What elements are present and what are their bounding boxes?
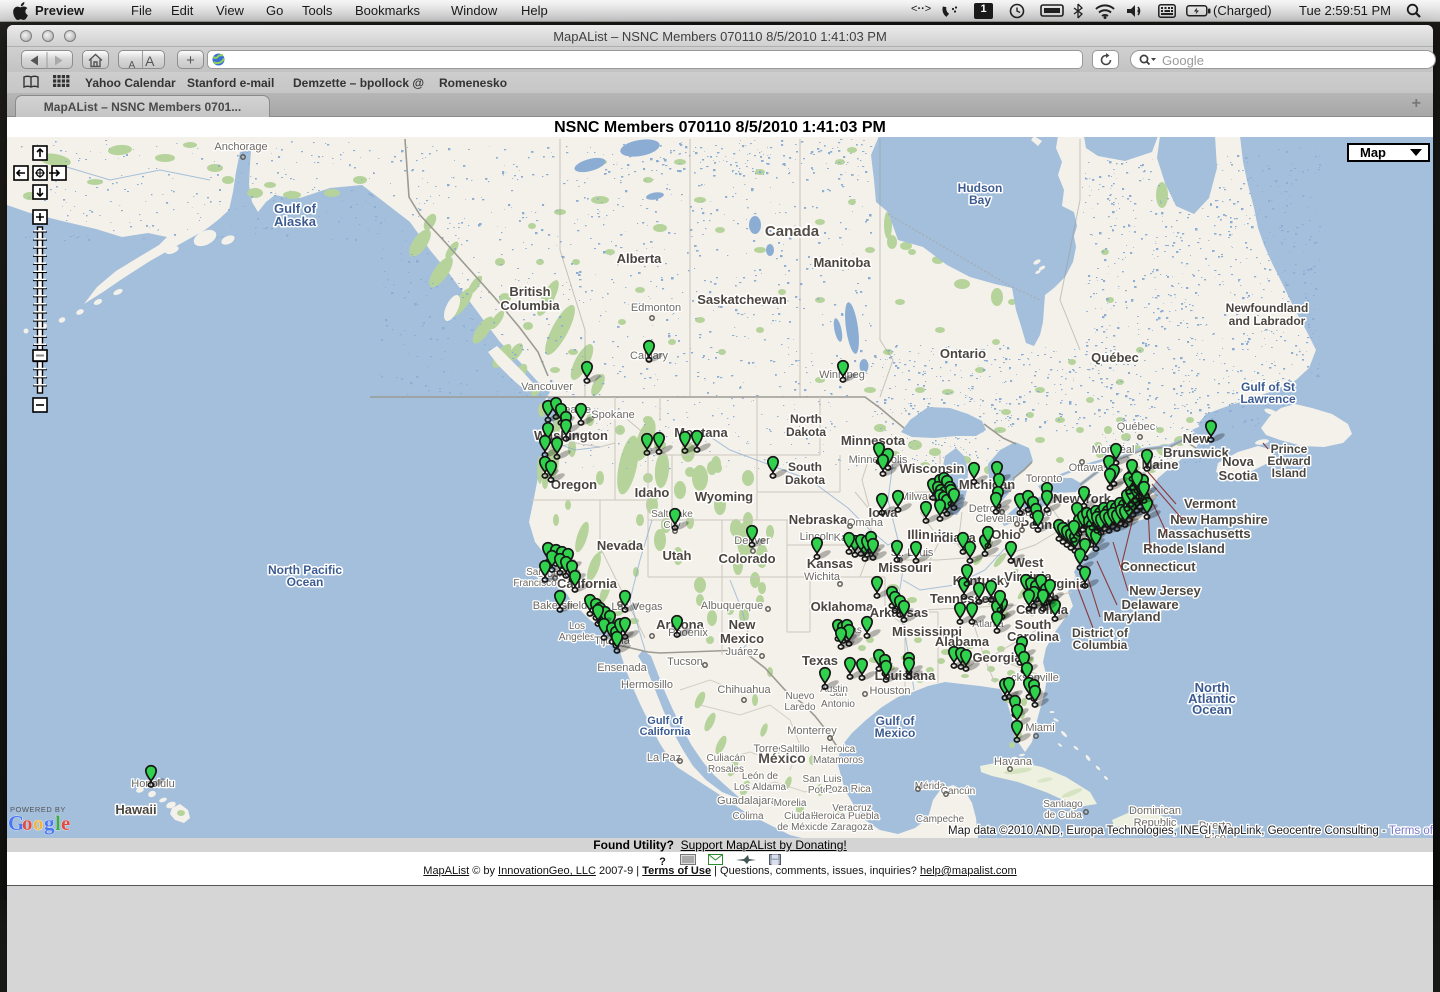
svg-text:Dominican: Dominican: [1129, 805, 1181, 817]
svg-text:Campeche: Campeche: [916, 814, 965, 825]
svg-text:Dakota: Dakota: [785, 473, 825, 487]
svg-text:Milwau: Milwau: [900, 491, 934, 503]
svg-text:Manitoba: Manitoba: [813, 255, 871, 270]
svg-text:California: California: [640, 726, 692, 738]
svg-text:Columbia: Columbia: [500, 298, 560, 313]
svg-text:Rosales: Rosales: [708, 764, 744, 775]
svg-text:Mexico: Mexico: [720, 631, 764, 646]
svg-text:Albuquerque: Albuquerque: [701, 600, 763, 612]
svg-text:Carolina: Carolina: [1007, 629, 1060, 644]
svg-text:Lawrence: Lawrence: [1240, 392, 1296, 406]
svg-text:León de: León de: [742, 771, 779, 782]
svg-text:Hermosillo: Hermosillo: [621, 679, 673, 691]
svg-text:Angeles: Angeles: [559, 632, 595, 643]
svg-text:Morelia: Morelia: [774, 798, 807, 809]
svg-text:Guadalajara: Guadalajara: [717, 795, 778, 807]
svg-text:Matamoros: Matamoros: [813, 755, 863, 766]
svg-text:Rhode Island: Rhode Island: [1143, 541, 1225, 556]
svg-text:Maryland: Maryland: [1103, 609, 1160, 624]
svg-text:o: o: [22, 811, 33, 835]
svg-text:North: North: [790, 412, 822, 426]
svg-text:Tucson: Tucson: [667, 656, 703, 668]
svg-text:Alabama: Alabama: [935, 634, 990, 649]
svg-text:Scotia: Scotia: [1218, 468, 1258, 483]
svg-text:Nevada: Nevada: [597, 538, 644, 553]
svg-text:Santiago: Santiago: [1043, 799, 1083, 810]
svg-text:Colorado: Colorado: [718, 551, 775, 566]
svg-text:Heroica: Heroica: [821, 744, 856, 755]
svg-text:Chihuahua: Chihuahua: [717, 684, 771, 696]
svg-text:New Jersey: New Jersey: [1129, 583, 1201, 598]
svg-text:Idaho: Idaho: [635, 485, 670, 500]
svg-text:Missouri: Missouri: [878, 560, 931, 575]
svg-text:Juárez: Juárez: [725, 646, 758, 658]
svg-text:Nova: Nova: [1222, 454, 1255, 469]
svg-text:Los Aldama: Los Aldama: [734, 782, 787, 793]
svg-text:Ocean: Ocean: [1192, 702, 1232, 717]
svg-text:e: e: [61, 811, 70, 835]
svg-text:New: New: [729, 617, 757, 632]
svg-text:Dakota: Dakota: [786, 425, 826, 439]
svg-text:Spokane: Spokane: [591, 409, 634, 421]
svg-text:Bay: Bay: [969, 193, 991, 207]
svg-text:Connecticut: Connecticut: [1120, 559, 1196, 574]
svg-text:Wyoming: Wyoming: [695, 489, 753, 504]
svg-text:Columbia: Columbia: [1073, 638, 1128, 652]
svg-text:Ensenada: Ensenada: [597, 662, 647, 674]
svg-text:New Hampshire: New Hampshire: [1170, 512, 1268, 527]
svg-text:New: New: [1183, 431, 1211, 446]
svg-text:Nuevo: Nuevo: [786, 691, 815, 702]
svg-text:Saskatchewan: Saskatchewan: [697, 292, 787, 307]
svg-text:de Cuba: de Cuba: [1044, 810, 1082, 821]
svg-text:Canada: Canada: [765, 223, 820, 240]
svg-text:Utah: Utah: [663, 548, 692, 563]
svg-text:Québec: Québec: [1117, 421, 1156, 433]
svg-text:Antonio: Antonio: [821, 699, 855, 710]
svg-text:and Labrador: and Labrador: [1229, 314, 1306, 328]
svg-text:Vancouver: Vancouver: [521, 381, 573, 393]
svg-text:Map: Map: [1360, 145, 1386, 160]
svg-text:Poza Rica: Poza Rica: [825, 784, 871, 795]
svg-text:o: o: [33, 811, 44, 835]
svg-text:Brunswick: Brunswick: [1163, 445, 1230, 460]
svg-text:Wichita: Wichita: [804, 571, 841, 583]
svg-text:Texas: Texas: [802, 653, 838, 668]
svg-text:Ohio: Ohio: [991, 527, 1021, 542]
svg-text:Edmonton: Edmonton: [631, 302, 681, 314]
svg-text:Ottawa: Ottawa: [1069, 462, 1105, 474]
svg-text:South: South: [788, 460, 822, 474]
svg-text:Alberta: Alberta: [617, 251, 663, 266]
svg-text:Laredo: Laredo: [784, 702, 816, 713]
svg-text:Saltillo: Saltillo: [780, 744, 810, 755]
svg-text:de Zaragoza: de Zaragoza: [817, 822, 874, 833]
svg-text:g: g: [44, 811, 55, 835]
svg-text:British: British: [509, 284, 550, 299]
svg-text:Houston: Houston: [870, 685, 911, 697]
svg-text:Map data ©2010 AND, Europa Tec: Map data ©2010 AND, Europa Technologies,…: [948, 825, 1433, 837]
svg-text:Anchorage: Anchorage: [214, 141, 267, 153]
svg-text:Miami: Miami: [1025, 722, 1054, 734]
svg-text:Island: Island: [1272, 466, 1307, 480]
svg-text:Vermont: Vermont: [1184, 496, 1237, 511]
svg-text:Veracruz: Veracruz: [832, 803, 871, 814]
svg-text:Québec: Québec: [1091, 350, 1139, 365]
svg-text:Hawaii: Hawaii: [115, 802, 156, 817]
svg-text:Havana: Havana: [994, 756, 1033, 768]
svg-text:Alaska: Alaska: [274, 214, 317, 229]
svg-text:Culiacán: Culiacán: [707, 753, 746, 764]
svg-text:Ontario: Ontario: [940, 346, 986, 361]
svg-text:Wisconsin: Wisconsin: [900, 461, 965, 476]
svg-text:Ocean: Ocean: [287, 575, 324, 589]
svg-text:La Paz: La Paz: [647, 752, 681, 764]
svg-text:Massachusetts: Massachusetts: [1157, 526, 1250, 541]
svg-text:Los: Los: [569, 621, 585, 632]
svg-text:Nebraska: Nebraska: [789, 512, 848, 527]
svg-text:Colima: Colima: [732, 811, 764, 822]
svg-text:Oklahoma: Oklahoma: [811, 599, 875, 614]
svg-text:Newfoundland: Newfoundland: [1226, 301, 1309, 315]
svg-text:Mexico: Mexico: [875, 726, 916, 740]
